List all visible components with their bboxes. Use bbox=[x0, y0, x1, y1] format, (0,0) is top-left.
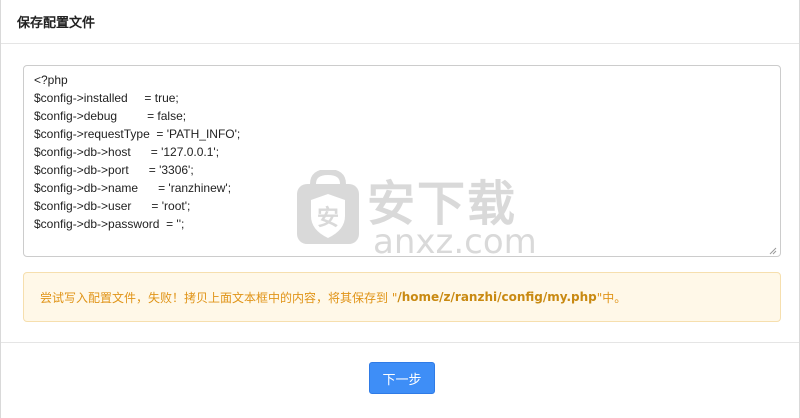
dialog-footer: 下一步 bbox=[1, 342, 799, 418]
save-config-dialog: 保存配置文件 <?php $config->installed = true; … bbox=[0, 0, 800, 418]
dialog-header: 保存配置文件 bbox=[1, 0, 799, 44]
alert-prefix: 尝试写入配置文件，失败！拷贝上面文本框中的内容，将其保存到 " bbox=[40, 290, 398, 305]
dialog-body: <?php $config->installed = true; $config… bbox=[1, 44, 799, 342]
alert-suffix: "中。 bbox=[596, 290, 627, 305]
warning-alert: 尝试写入配置文件，失败！拷贝上面文本框中的内容，将其保存到 " /home/z/… bbox=[23, 272, 781, 322]
dialog-title: 保存配置文件 bbox=[17, 16, 96, 31]
alert-config-path: /home/z/ranzhi/config/my.php bbox=[397, 290, 597, 304]
config-textarea[interactable]: <?php $config->installed = true; $config… bbox=[23, 65, 781, 257]
next-step-button[interactable]: 下一步 bbox=[369, 362, 435, 394]
